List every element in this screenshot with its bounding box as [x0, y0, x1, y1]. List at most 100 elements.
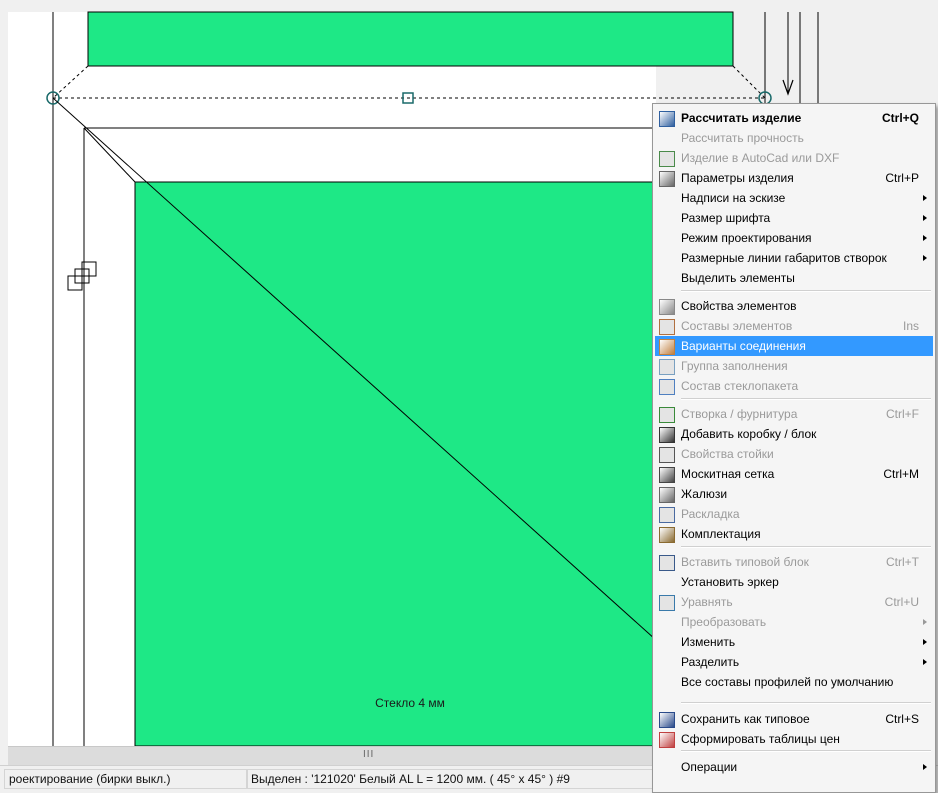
- menu-item-label: Свойства элементов: [681, 299, 797, 313]
- menu-item-label: Составы элементов: [681, 319, 793, 333]
- top-glass-pane[interactable]: [87, 11, 734, 67]
- autocad-icon: [659, 151, 675, 167]
- menu-item[interactable]: Комплектация: [655, 524, 933, 544]
- menu-item[interactable]: Разделить: [655, 652, 933, 672]
- menu-item-label: Жалюзи: [681, 487, 728, 501]
- menu-item-label: Параметры изделия: [681, 171, 794, 185]
- menu-item-shortcut: Ctrl+M: [883, 467, 919, 481]
- menu-item-label: Сохранить как типовое: [681, 712, 810, 726]
- horizontal-scrollbar[interactable]: III: [8, 746, 656, 766]
- submenu-arrow-icon: [923, 639, 927, 645]
- menu-item[interactable]: Размерные линии габаритов створок: [655, 248, 933, 268]
- status-mode: роектирование (бирки выкл.): [4, 769, 248, 789]
- submenu-arrow-icon: [923, 659, 927, 665]
- menu-item-label: Свойства стойки: [681, 447, 774, 461]
- menu-item[interactable]: Москитная сетка Ctrl+M: [655, 464, 933, 484]
- menu-item-shortcut: Ctrl+F: [886, 407, 919, 421]
- menu-item[interactable]: Выделить элементы: [655, 268, 933, 288]
- menu-item-label: Размер шрифта: [681, 211, 771, 225]
- fill-group-icon: [659, 359, 675, 375]
- menu-item[interactable]: Установить эркер: [655, 572, 933, 592]
- menu-item[interactable]: Режим проектирования: [655, 228, 933, 248]
- submenu-arrow-icon: [923, 619, 927, 625]
- menu-item-label: Преобразовать: [681, 615, 767, 629]
- menu-item[interactable]: Жалюзи: [655, 484, 933, 504]
- menu-item[interactable]: Добавить коробку / блок: [655, 424, 933, 444]
- menu-item[interactable]: Уравнять Ctrl+U: [655, 592, 933, 612]
- menu-item-label: Установить эркер: [681, 575, 779, 589]
- layout-icon: [659, 507, 675, 523]
- sash-icon: [659, 407, 675, 423]
- save-template-icon: [659, 712, 675, 728]
- menu-item[interactable]: Все составы профилей по умолчанию: [655, 672, 933, 692]
- menu-item[interactable]: Изделие в AutoCad или DXF: [655, 148, 933, 168]
- main-glass-pane[interactable]: [134, 181, 657, 747]
- menu-item[interactable]: Преобразовать: [655, 612, 933, 632]
- menu-item-label: Разделить: [681, 655, 740, 669]
- menu-item-label: Группа заполнения: [681, 359, 788, 373]
- menu-item[interactable]: Свойства стойки: [655, 444, 933, 464]
- parameters-icon: [659, 171, 675, 187]
- menu-item-label: Рассчитать прочность: [681, 131, 804, 145]
- menu-item-label: Варианты соединения: [681, 339, 806, 353]
- mullion-icon: [659, 447, 675, 463]
- menu-item[interactable]: Рассчитать прочность: [655, 128, 933, 148]
- menu-item-shortcut: Ctrl+P: [885, 171, 919, 185]
- menu-item[interactable]: Изменить: [655, 632, 933, 652]
- mosquito-net-icon: [659, 467, 675, 483]
- menu-item[interactable]: Составы элементов Ins: [655, 316, 933, 336]
- submenu-arrow-icon: [923, 215, 927, 221]
- menu-item-label: Уравнять: [681, 595, 733, 609]
- submenu-arrow-icon: [923, 764, 927, 770]
- menu-item-label: Изделие в AutoCad или DXF: [681, 151, 840, 165]
- menu-item-shortcut: Ins: [902, 319, 919, 333]
- scrollbar-grip[interactable]: III: [363, 749, 374, 760]
- price-table-icon: [659, 732, 675, 748]
- context-menu[interactable]: Рассчитать изделие Ctrl+Q Рассчитать прочн…: [652, 103, 936, 793]
- menu-item[interactable]: Сохранить как типовое Ctrl+S: [655, 709, 933, 729]
- menu-item-label: Размерные линии габаритов створок: [681, 251, 887, 265]
- menu-item-label: Москитная сетка: [681, 467, 775, 481]
- connection-icon: [659, 339, 675, 355]
- menu-item[interactable]: Варианты соединения: [655, 336, 933, 356]
- menu-item-label: Операции: [681, 760, 738, 774]
- menu-item[interactable]: Рассчитать изделие Ctrl+Q: [655, 108, 933, 128]
- properties-icon: [659, 299, 675, 315]
- menu-separator: [681, 750, 931, 752]
- menu-item[interactable]: Свойства элементов: [655, 296, 933, 316]
- menu-item[interactable]: Размер шрифта: [655, 208, 933, 228]
- menu-item-label: Выделить элементы: [681, 271, 795, 285]
- status-selection: Выделен : '121020' Белый AL L = 1200 мм.…: [246, 769, 656, 789]
- menu-item-label: Изменить: [681, 635, 736, 649]
- menu-item-label: Состав стеклопакета: [681, 379, 799, 393]
- menu-item-shortcut: Ctrl+Q: [881, 111, 919, 125]
- menu-item[interactable]: Раскладка: [655, 504, 933, 524]
- menu-item-label: Надписи на эскизе: [681, 191, 786, 205]
- menu-item-shortcut: Ctrl+U: [884, 595, 919, 609]
- menu-item[interactable]: Состав стеклопакета: [655, 376, 933, 396]
- menu-item-label: Раскладка: [681, 507, 740, 521]
- menu-item-shortcut: Ctrl+T: [886, 555, 919, 569]
- menu-item-label: Вставить типовой блок: [681, 555, 809, 569]
- compositions-icon: [659, 319, 675, 335]
- submenu-arrow-icon: [923, 195, 927, 201]
- menu-item[interactable]: Надписи на эскизе: [655, 188, 933, 208]
- calculator-icon: [659, 111, 675, 127]
- submenu-arrow-icon: [923, 235, 927, 241]
- menu-item-shortcut: Ctrl+S: [885, 712, 919, 726]
- menu-item-label: Комплектация: [681, 527, 761, 541]
- menu-item[interactable]: Сформировать таблицы цен: [655, 729, 933, 749]
- add-frame-icon: [659, 427, 675, 443]
- glass-unit-icon: [659, 379, 675, 395]
- submenu-arrow-icon: [923, 255, 927, 261]
- glass-label: Стекло 4 мм: [375, 696, 445, 710]
- menu-item[interactable]: Параметры изделия Ctrl+P: [655, 168, 933, 188]
- menu-item-label: Режим проектирования: [681, 231, 812, 245]
- menu-item[interactable]: Операции: [655, 757, 933, 777]
- menu-item-label: Створка / фурнитура: [681, 407, 798, 421]
- insert-block-icon: [659, 555, 675, 571]
- menu-item[interactable]: Группа заполнения: [655, 356, 933, 376]
- menu-item[interactable]: Створка / фурнитура Ctrl+F: [655, 404, 933, 424]
- menu-separator: [681, 290, 931, 292]
- menu-item[interactable]: Вставить типовой блок Ctrl+T: [655, 552, 933, 572]
